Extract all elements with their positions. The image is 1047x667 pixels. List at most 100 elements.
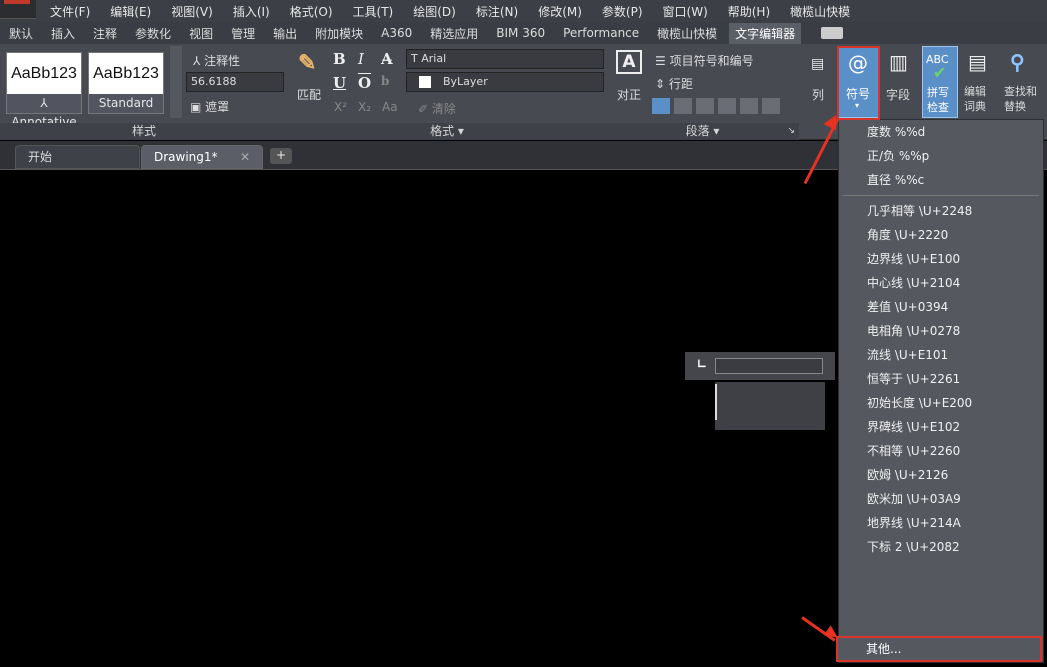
menu-item[interactable]: 帮助(H) <box>728 3 770 20</box>
menu-item[interactable]: 参数(P) <box>602 3 643 20</box>
ribbon-tab[interactable]: 管理 <box>231 25 255 42</box>
new-tab-button[interactable]: + <box>270 148 292 164</box>
font-select[interactable]: T Arial <box>406 49 604 69</box>
menu-item[interactable]: 窗口(W) <box>663 3 708 20</box>
menu-item[interactable]: 橄榄山快模 <box>790 3 850 20</box>
line-spacing-button[interactable]: ⇕ 行距 <box>655 75 693 92</box>
symbol-menu-item[interactable]: 边界线 \U+E100 <box>839 247 1043 271</box>
color-select[interactable]: ByLayer <box>406 72 604 92</box>
ribbon-tab[interactable]: 插入 <box>51 25 75 42</box>
bold-icon[interactable]: B <box>333 50 346 68</box>
spell-check-button[interactable]: ABC ✔ 拼写检查 <box>922 46 958 118</box>
ribbon-tab[interactable]: 附加模块 <box>315 25 363 42</box>
symbol-menu-item[interactable]: 地界线 \U+214A <box>839 511 1043 535</box>
symbol-menu-item[interactable]: 几乎相等 \U+2248 <box>839 199 1043 223</box>
ribbon-tab[interactable]: BIM 360 <box>496 26 545 40</box>
superscript-icon[interactable]: X² <box>334 100 347 114</box>
annotative-toggle[interactable]: ⅄ 注释性 <box>193 52 240 69</box>
subscript-icon[interactable]: X₂ <box>358 100 371 114</box>
text-ruler[interactable]: ∟ <box>685 352 835 380</box>
menu-item[interactable]: 工具(T) <box>353 3 394 20</box>
columns-icon[interactable]: ▤ <box>811 56 824 72</box>
ruler-bar[interactable] <box>715 358 823 374</box>
symbol-menu-item[interactable]: 中心线 \U+2104 <box>839 271 1043 295</box>
justify-icon[interactable]: A <box>616 50 642 74</box>
symbol-menu-item[interactable]: 差值 \U+0394 <box>839 295 1043 319</box>
color-value: ByLayer <box>443 75 488 88</box>
symbol-menu-item[interactable]: 角度 \U+2220 <box>839 223 1043 247</box>
symbol-menu-item[interactable]: 不相等 \U+2260 <box>839 439 1043 463</box>
symbol-menu-item[interactable]: 电相角 \U+0278 <box>839 319 1043 343</box>
symbol-menu-item[interactable]: 正/负 %%p <box>839 144 1043 168</box>
ribbon-tab[interactable]: Performance <box>563 26 639 40</box>
dictionary-icon[interactable]: ▤ <box>968 50 987 74</box>
symbol-menu-item[interactable]: 初始长度 \U+E200 <box>839 391 1043 415</box>
overline-icon[interactable]: O <box>358 74 371 92</box>
ribbon-tab[interactable]: A360 <box>381 26 412 40</box>
align-left-icon[interactable] <box>652 98 670 114</box>
stack-icon[interactable]: b <box>381 74 389 88</box>
menu-item[interactable]: 视图(V) <box>171 3 213 20</box>
ribbon-tab[interactable]: 参数化 <box>135 25 171 42</box>
justify-label[interactable]: 对正 <box>617 86 641 103</box>
align-right-icon[interactable] <box>696 98 714 114</box>
ribbon-tab[interactable]: 默认 <box>9 25 33 42</box>
style-scroll[interactable] <box>170 46 182 118</box>
strikethrough-icon[interactable]: A̶ <box>381 50 393 68</box>
ribbon-tab[interactable]: 注释 <box>93 25 117 42</box>
style-annotative-card[interactable]: AaBb123 ⅄ Annotative <box>6 52 82 129</box>
font-value: Arial <box>421 52 447 65</box>
find-replace-label[interactable]: 查找和替换 <box>1004 84 1044 114</box>
menu-item[interactable]: 格式(O) <box>290 3 333 20</box>
mask-button[interactable]: ▣ 遮罩 <box>190 98 229 115</box>
case-button[interactable]: Aa <box>382 100 398 114</box>
italic-icon[interactable]: I <box>358 50 364 68</box>
text-height-input[interactable]: 56.6188 <box>186 72 284 92</box>
tab-drawing1[interactable]: Drawing1* ✕ <box>141 145 263 169</box>
ribbon-tab[interactable]: 精选应用 <box>430 25 478 42</box>
style-standard-card[interactable]: AaBb123 Standard <box>88 52 164 114</box>
symbol-menu-item[interactable]: 界碑线 \U+E102 <box>839 415 1043 439</box>
menu-item[interactable]: 标注(N) <box>476 3 518 20</box>
dialog-launcher-icon[interactable]: ↘ <box>787 123 795 140</box>
symbol-menu: 度数 %%d 正/负 %%p 直径 %%c 几乎相等 \U+2248 角度 \U+222… <box>838 119 1044 663</box>
menu-item[interactable]: 绘图(D) <box>413 3 456 20</box>
symbol-menu-item[interactable]: 欧姆 \U+2126 <box>839 463 1043 487</box>
field-icon[interactable]: ▥ <box>889 50 908 74</box>
bullets-button[interactable]: ☰ 项目符号和编号 <box>655 52 754 69</box>
underline-icon[interactable]: U <box>333 74 346 92</box>
field-label[interactable]: 字段 <box>886 86 910 103</box>
other-symbols-item[interactable]: 其他... <box>836 636 1042 662</box>
symbol-menu-item[interactable]: 流线 \U+E101 <box>839 343 1043 367</box>
ribbon-tab[interactable]: 输出 <box>273 25 297 42</box>
symbol-menu-item[interactable]: 度数 %%d <box>839 120 1043 144</box>
symbol-menu-item[interactable]: 直径 %%c <box>839 168 1043 192</box>
menu-item[interactable]: 编辑(E) <box>110 3 151 20</box>
align-distribute-icon[interactable] <box>740 98 758 114</box>
symbol-menu-item[interactable]: 下标 2 \U+2082 <box>839 535 1043 559</box>
tab-stop-icon[interactable]: ∟ <box>697 357 707 371</box>
symbol-menu-item[interactable]: 恒等于 \U+2261 <box>839 367 1043 391</box>
ribbon-tab[interactable]: 视图 <box>189 25 213 42</box>
camera-icon[interactable] <box>821 27 844 39</box>
close-icon[interactable]: ✕ <box>240 146 250 168</box>
menu-item[interactable]: 插入(I) <box>233 3 270 20</box>
text-edit-box[interactable] <box>715 382 825 430</box>
dictionary-label[interactable]: 编辑词典 <box>964 84 992 114</box>
app-menu-button[interactable] <box>0 0 36 19</box>
ribbon-tab[interactable]: 橄榄山快模 <box>657 25 717 42</box>
menu-item[interactable]: 文件(F) <box>50 3 90 20</box>
menu-item[interactable]: 修改(M) <box>538 3 582 20</box>
spell-label: 拼写检查 <box>927 86 949 114</box>
align-justify-icon[interactable] <box>718 98 736 114</box>
columns-label[interactable]: 列 <box>812 86 824 103</box>
clear-button[interactable]: ✐ 清除 <box>418 100 456 117</box>
spacing-label: 行距 <box>668 77 693 91</box>
symbol-menu-item[interactable]: 欧米加 \U+03A9 <box>839 487 1043 511</box>
find-replace-icon[interactable]: ⚲ <box>1010 50 1025 74</box>
ribbon-tab[interactable]: 文字编辑器 <box>729 22 802 44</box>
align-other-icon[interactable] <box>762 98 780 114</box>
tab-start[interactable]: 开始 <box>15 145 140 169</box>
align-center-icon[interactable] <box>674 98 692 114</box>
match-brush-icon[interactable]: ✎ <box>298 50 316 76</box>
